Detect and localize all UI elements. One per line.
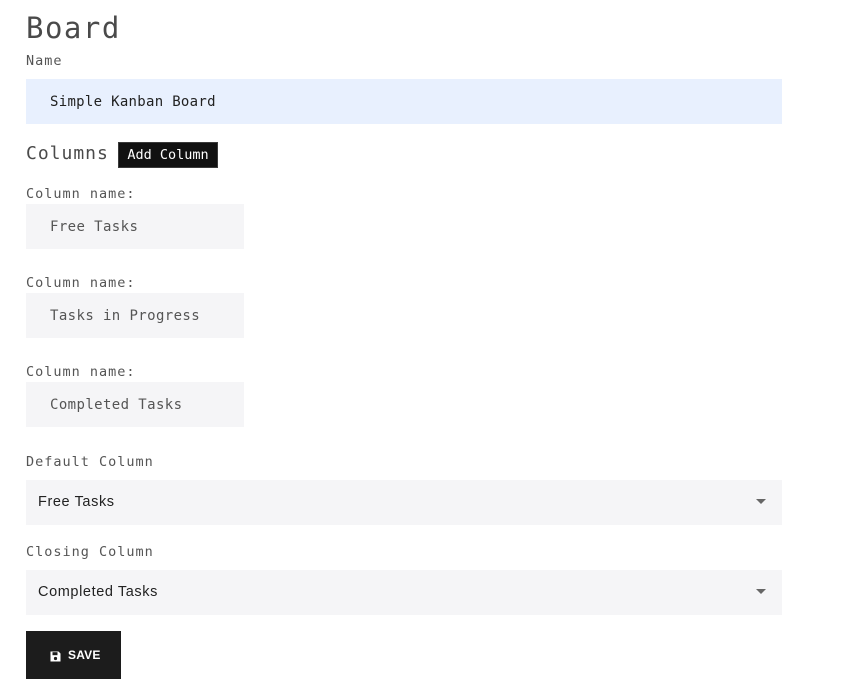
- save-button-label: SAVE: [68, 648, 101, 662]
- dropdown-arrow-icon: [756, 499, 766, 504]
- default-column-label: Default Column: [26, 454, 154, 470]
- add-column-button[interactable]: Add Column: [118, 142, 218, 168]
- closing-column-select[interactable]: Completed Tasks: [26, 570, 782, 615]
- dropdown-arrow-icon: [756, 589, 766, 594]
- closing-column-selected-value: Completed Tasks: [38, 584, 158, 600]
- default-column-selected-value: Free Tasks: [38, 494, 115, 510]
- page-title: Board: [26, 11, 121, 45]
- column-name-label: Column name:: [26, 186, 136, 202]
- closing-column-label: Closing Column: [26, 544, 154, 560]
- column-name-label: Column name:: [26, 364, 136, 380]
- floppy-disk-icon: [50, 650, 61, 661]
- default-column-select[interactable]: Free Tasks: [26, 480, 782, 525]
- save-button[interactable]: SAVE: [26, 631, 121, 679]
- column-name-input-1[interactable]: [26, 204, 244, 249]
- board-name-label: Name: [26, 53, 63, 69]
- column-name-label: Column name:: [26, 275, 136, 291]
- column-name-input-3[interactable]: [26, 382, 244, 427]
- board-name-input[interactable]: [26, 79, 782, 124]
- column-name-input-2[interactable]: [26, 293, 244, 338]
- columns-heading: Columns: [26, 143, 109, 164]
